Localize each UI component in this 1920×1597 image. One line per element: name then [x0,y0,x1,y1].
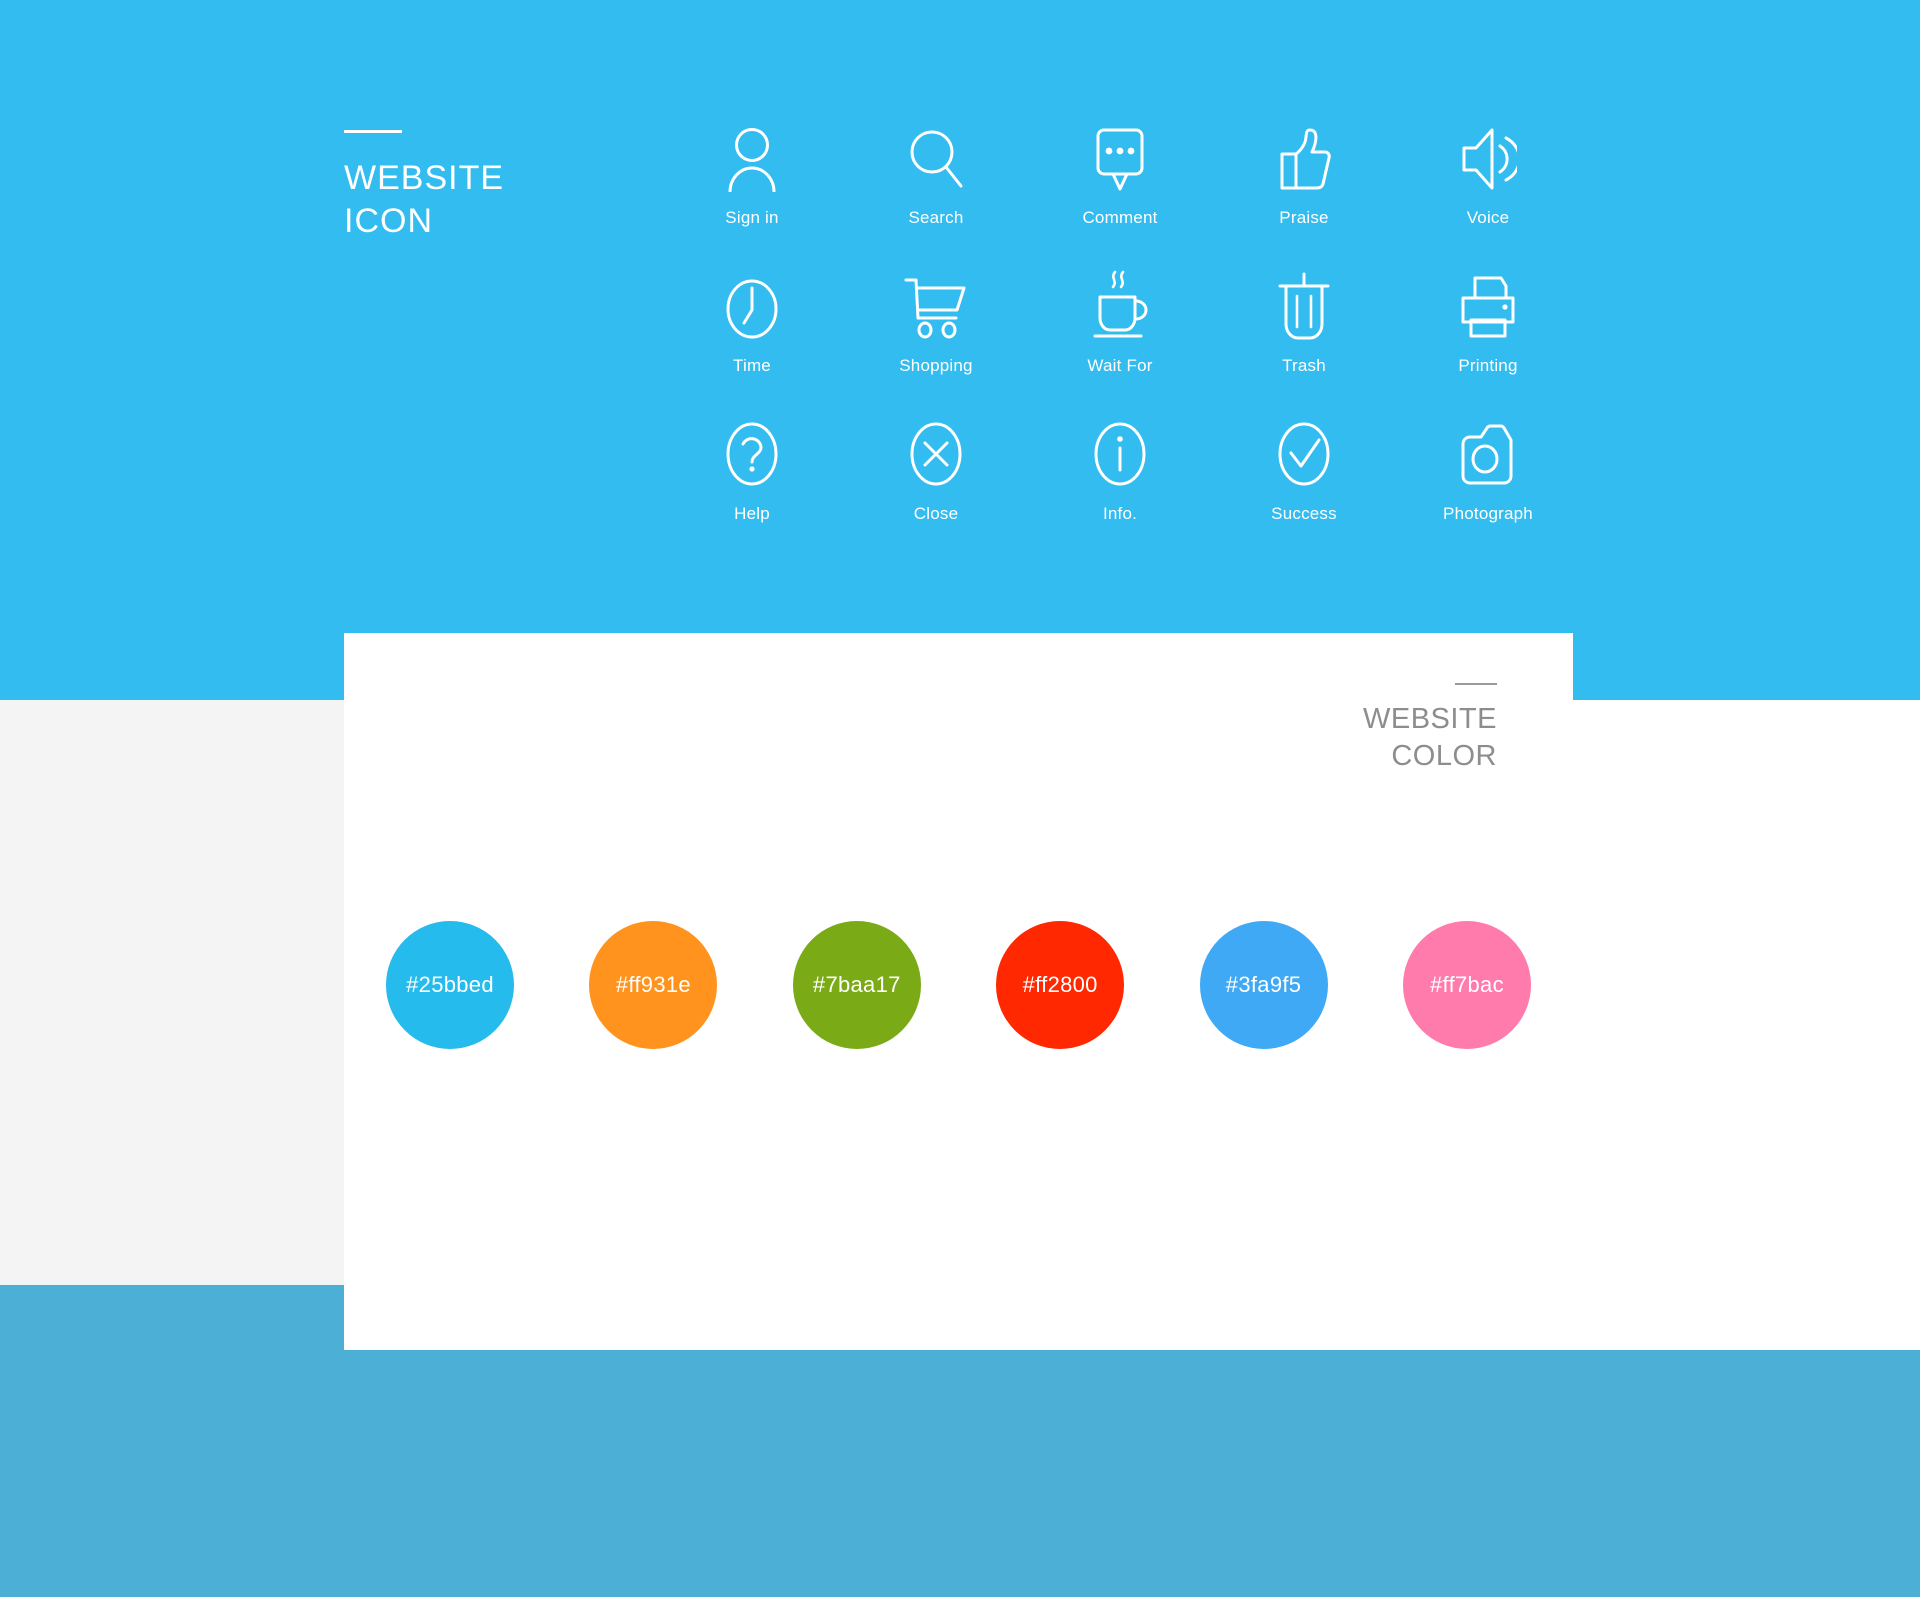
color-swatch[interactable]: #7baa17 [792,921,921,1049]
speech-bubble-icon [1092,120,1148,192]
footer-blue-band-right [1573,1350,1920,1597]
card-title: WEBSITE COLOR [1363,683,1497,774]
icon-item-voice[interactable]: Voice [1396,120,1580,268]
icon-item-info[interactable]: Info. [1028,416,1212,564]
thumbs-up-icon [1276,120,1332,192]
icon-label: Praise [1279,208,1329,227]
trash-bin-icon [1276,268,1332,340]
icon-item-close[interactable]: Close [844,416,1028,564]
color-swatch-label: #3fa9f5 [1225,972,1302,997]
color-swatch[interactable]: #ff7bac [1402,921,1531,1049]
color-swatch-row: #25bbed #ff931e #7baa17 #ff2800 #3fa9f5 … [386,921,1531,1049]
icon-label: Voice [1466,208,1510,227]
info-circle-icon [1092,416,1148,488]
icon-label: Info. [1102,504,1138,523]
magnifier-icon [908,120,964,192]
icon-row: Help Close Info. Success Photograph [660,416,1580,564]
icon-item-praise[interactable]: Praise [1212,120,1396,268]
icon-label: Wait For [1087,356,1153,375]
icon-item-sign-in[interactable]: Sign in [660,120,844,268]
icon-item-search[interactable]: Search [844,120,1028,268]
color-swatch-label: #ff7bac [1430,972,1504,997]
check-circle-icon [1276,416,1332,488]
color-swatch[interactable]: #ff2800 [996,921,1125,1049]
camera-icon [1457,416,1519,488]
color-swatch[interactable]: #25bbed [386,921,514,1049]
page-title: WEBSITE ICON [344,130,504,243]
page-title-line-2: ICON [344,201,433,240]
card-title-underline-rule [1455,683,1497,685]
icon-item-help[interactable]: Help [660,416,844,564]
card-title-line-1: WEBSITE [1362,703,1497,735]
icon-label: Trash [1282,356,1326,375]
color-swatch-label: #ff931e [615,972,691,997]
page-canvas: WEBSITE ICON Sign in Search Comment Prai… [0,0,1920,1597]
icon-label: Search [908,208,964,227]
question-mark-circle-icon [724,416,780,488]
x-circle-icon [908,416,964,488]
icon-item-comment[interactable]: Comment [1028,120,1212,268]
coffee-cup-icon [1091,268,1149,340]
color-swatch-label: #ff2800 [1022,972,1098,997]
color-swatch-label: #7baa17 [812,972,901,997]
icon-label: Close [913,504,959,523]
icon-item-success[interactable]: Success [1212,416,1396,564]
icon-item-wait-for[interactable]: Wait For [1028,268,1212,416]
speaker-icon [1459,120,1517,192]
clock-icon [724,268,780,340]
icon-item-time[interactable]: Time [660,268,844,416]
color-swatch-label: #25bbed [406,972,494,997]
icon-label: Printing [1458,356,1518,375]
icon-item-trash[interactable]: Trash [1212,268,1396,416]
title-underline-rule [344,130,402,133]
icon-label: Success [1271,504,1337,523]
person-icon [727,120,777,192]
icon-label: Photograph [1443,504,1533,523]
page-title-line-1: WEBSITE [344,159,505,197]
icon-item-shopping[interactable]: Shopping [844,268,1028,416]
icon-label: Comment [1082,208,1158,227]
icon-row: Sign in Search Comment Praise Voice [660,120,1580,268]
color-swatch[interactable]: #3fa9f5 [1199,921,1328,1049]
icon-label: Help [734,504,770,523]
printer-icon [1457,268,1519,340]
icon-row: Time Shopping Wait For Trash Printing [660,268,1580,416]
card-title-line-2: COLOR [1391,739,1497,772]
icon-item-printing[interactable]: Printing [1396,268,1580,416]
icon-label: Time [733,356,771,375]
icon-label: Shopping [899,356,973,375]
website-color-card: WEBSITE COLOR #25bbed #ff931e #7baa17 #f… [344,633,1573,1350]
icon-label: Sign in [725,208,779,227]
icon-item-photograph[interactable]: Photograph [1396,416,1580,564]
icon-grid: Sign in Search Comment Praise Voice Time… [660,120,1580,564]
color-swatch[interactable]: #ff931e [589,921,718,1049]
shopping-cart-icon [904,268,968,340]
